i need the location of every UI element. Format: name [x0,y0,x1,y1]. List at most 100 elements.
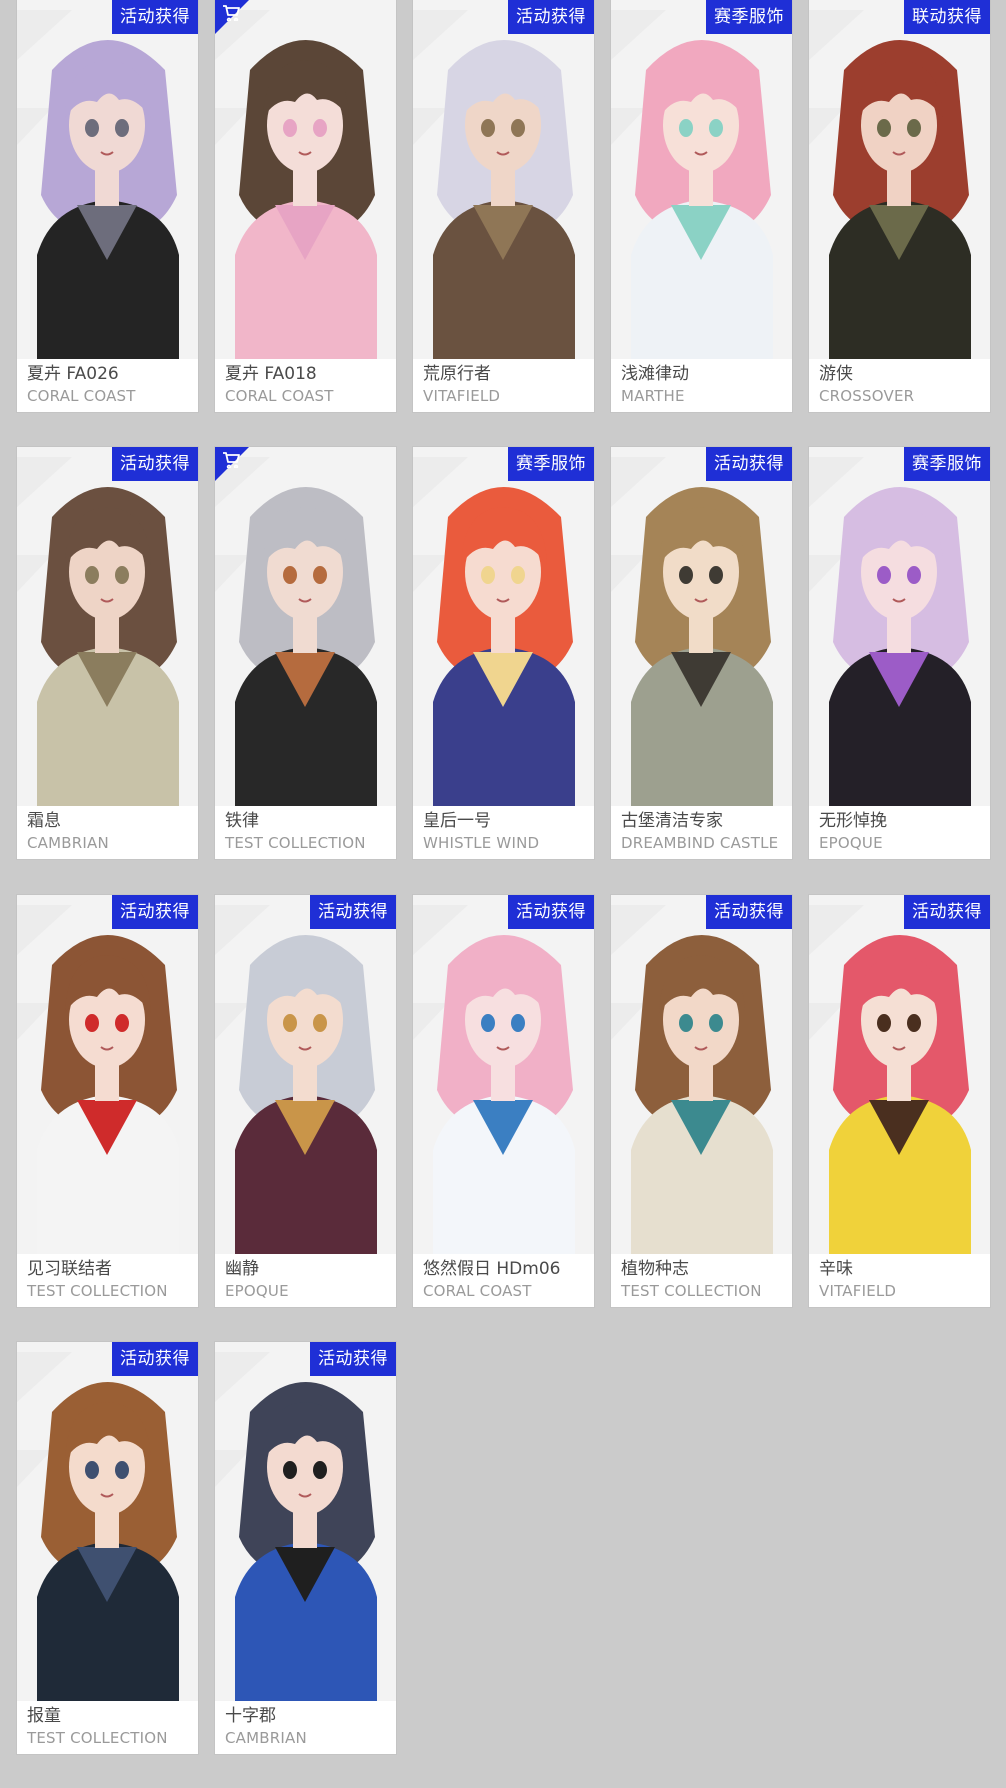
skin-name: 皇后一号 [423,811,491,831]
skin-artwork [611,447,792,806]
skin-name: 植物种志 [621,1259,689,1279]
character-artwork [611,447,792,806]
skin-name: 浅滩律动 [621,364,689,384]
source-badge: 活动获得 [508,0,594,34]
skin-brand: TEST COLLECTION [27,1729,168,1747]
character-artwork [413,0,594,359]
character-artwork [809,0,990,359]
skin-name: 十字郡 [225,1706,276,1726]
skin-artwork [413,0,594,359]
skin-brand: CROSSOVER [819,387,915,405]
skin-brand: CAMBRIAN [27,834,109,852]
skin-artwork [17,1342,198,1701]
skin-artwork [215,1342,396,1701]
skin-card[interactable]: 活动获得报童 TEST COLLECTION [17,1342,198,1754]
skin-artwork [611,0,792,359]
character-artwork [17,447,198,806]
skin-brand: TEST COLLECTION [621,1282,762,1300]
source-badge: 活动获得 [310,895,396,929]
skin-brand: CORAL COAST [423,1282,532,1300]
character-artwork [809,895,990,1254]
skin-card[interactable]: 活动获得霜息 CAMBRIAN [17,447,198,859]
skin-card[interactable]: 活动获得 幽静 EPOQUE [215,895,396,1307]
skin-card[interactable]: 赛季服饰无形悼挽 EPOQUE [809,447,990,859]
source-badge: 活动获得 [310,1342,396,1376]
shopping-cart-icon [221,3,241,21]
skin-artwork [413,447,594,806]
skin-card[interactable]: 活动获得植物种志 TEST COLLECTION [611,895,792,1307]
source-badge: 活动获得 [112,447,198,481]
skin-brand: TEST COLLECTION [225,834,366,852]
skin-artwork [215,447,396,806]
skin-card[interactable]: 活动获得十字郡 CAMBRIAN [215,1342,396,1754]
skin-card[interactable]: 活动获得荒原行者 VITAFIELD [413,0,594,412]
skin-brand: DREAMBIND CASTLE [621,834,779,852]
skin-artwork [611,895,792,1254]
skin-brand: CAMBRIAN [225,1729,307,1747]
skin-card[interactable]: 活动获得辛味 VITAFIELD [809,895,990,1307]
skin-brand: VITAFIELD [819,1282,897,1300]
skin-brand: WHISTLE WIND [423,834,540,852]
skin-artwork [413,895,594,1254]
source-badge: 联动获得 [904,0,990,34]
character-artwork [611,895,792,1254]
skin-card[interactable]: 赛季服饰皇后一号 WHISTLE WIND [413,447,594,859]
character-artwork [611,0,792,359]
character-artwork [809,447,990,806]
shopping-cart-icon [221,450,241,468]
source-badge: 活动获得 [112,0,198,34]
character-artwork [215,0,396,359]
skin-card[interactable]: 夏卉 FA018 CORAL COAST [215,0,396,412]
skin-name: 古堡清洁专家 [621,811,723,831]
skin-card[interactable]: 活动获得古堡清洁专家 DREAMBIND CASTLE [611,447,792,859]
skin-name: 铁律 [225,811,259,831]
skin-artwork [809,447,990,806]
skin-artwork [17,0,198,359]
skin-card[interactable]: 活动获得夏卉 FA026 CORAL COAST [17,0,198,412]
skin-brand: MARTHE [621,387,685,405]
skin-brand: EPOQUE [819,834,883,852]
skin-artwork [17,447,198,806]
character-artwork [413,447,594,806]
skin-brand: TEST COLLECTION [27,1282,168,1300]
skin-card[interactable]: 活动获得见习联结者 TEST COLLECTION [17,895,198,1307]
skin-artwork [809,0,990,359]
skin-brand: VITAFIELD [423,387,501,405]
character-artwork [17,895,198,1254]
source-badge: 赛季服饰 [706,0,792,34]
skin-card[interactable]: 赛季服饰浅滩律动 MARTHE [611,0,792,412]
skin-name: 无形悼挽 [819,811,887,831]
skin-artwork [215,0,396,359]
character-artwork [413,895,594,1254]
skin-card[interactable]: 铁律 TEST COLLECTION [215,447,396,859]
source-badge: 活动获得 [706,447,792,481]
skin-brand: EPOQUE [225,1282,289,1300]
source-badge: 活动获得 [904,895,990,929]
source-badge: 赛季服饰 [904,447,990,481]
source-badge: 活动获得 [508,895,594,929]
character-artwork [17,0,198,359]
character-artwork [215,447,396,806]
skin-artwork [215,895,396,1254]
skin-name: 见习联结者 [27,1259,112,1279]
character-artwork [17,1342,198,1701]
skin-name: 夏卉 FA018 [225,364,317,384]
skin-artwork [809,895,990,1254]
skin-card[interactable]: 联动获得 游侠 CROSSOVER [809,0,990,412]
source-badge: 活动获得 [706,895,792,929]
skin-artwork [17,895,198,1254]
skin-name: 夏卉 FA026 [27,364,119,384]
character-artwork [215,1342,396,1701]
skin-name: 辛味 [819,1259,853,1279]
source-badge: 活动获得 [112,895,198,929]
skin-name: 霜息 [27,811,61,831]
skin-card[interactable]: 活动获得悠然假日 HDm06 CORAL COAST [413,895,594,1307]
skin-name: 悠然假日 HDm06 [423,1259,561,1279]
skin-brand: CORAL COAST [27,387,136,405]
source-badge: 活动获得 [112,1342,198,1376]
skin-name: 报童 [27,1706,61,1726]
source-badge: 赛季服饰 [508,447,594,481]
character-artwork [215,895,396,1254]
skin-brand: CORAL COAST [225,387,334,405]
skin-name: 荒原行者 [423,364,491,384]
